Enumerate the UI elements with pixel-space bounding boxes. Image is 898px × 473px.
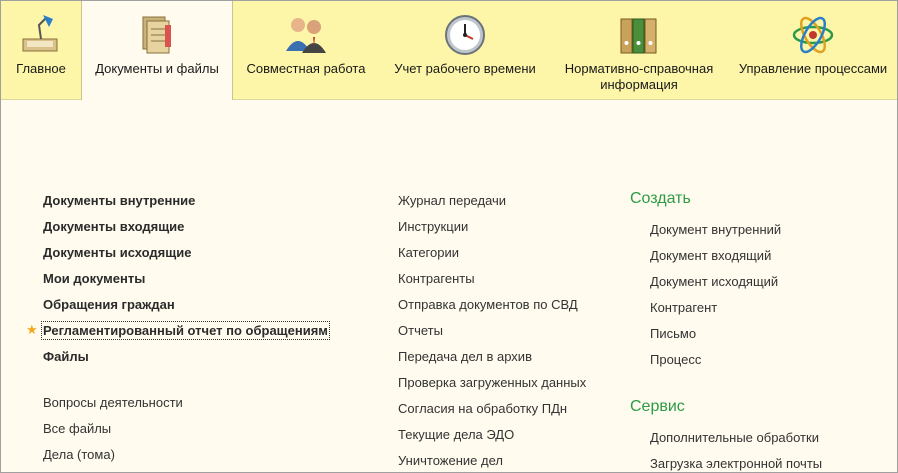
process-icon: [792, 16, 834, 54]
section-time-tracking-label: Учет рабочего времени: [394, 61, 536, 76]
binders-icon: [620, 18, 657, 54]
people-icon: [286, 18, 326, 53]
link-load-email[interactable]: Загрузка электронной почты: [650, 456, 822, 471]
link-create-incoming-document[interactable]: Документ входящий: [650, 248, 771, 263]
section-collaboration[interactable]: Совместная работа: [231, 1, 381, 99]
link-check-loaded-data[interactable]: Проверка загруженных данных: [398, 375, 586, 390]
link-internal-documents[interactable]: Документы внутренние: [43, 193, 195, 208]
service-group-title: Сервис: [630, 398, 685, 415]
link-create-process[interactable]: Процесс: [650, 352, 701, 367]
section-processes-label: Управление процессами: [738, 61, 888, 76]
section-reference-info[interactable]: Нормативно-справочная информация: [549, 1, 729, 99]
section-processes[interactable]: Управление процессами: [729, 1, 897, 99]
link-my-documents[interactable]: Мои документы: [43, 271, 145, 286]
link-instructions[interactable]: Инструкции: [398, 219, 468, 234]
link-current-edo-cases[interactable]: Текущие дела ЭДО: [398, 427, 514, 442]
link-create-internal-document[interactable]: Документ внутренний: [650, 222, 781, 237]
link-categories[interactable]: Категории: [398, 245, 459, 260]
link-citizen-appeals[interactable]: Обращения граждан: [43, 297, 175, 312]
link-send-svd[interactable]: Отправка документов по СВД: [398, 297, 578, 312]
section-main[interactable]: Главное: [1, 1, 81, 99]
link-counterparties[interactable]: Контрагенты: [398, 271, 475, 286]
section-reference-info-label: Нормативно-справочная информация: [564, 61, 714, 92]
section-time-tracking[interactable]: Учет рабочего времени: [381, 1, 549, 99]
link-outgoing-documents[interactable]: Документы исходящие: [43, 245, 191, 260]
link-create-outgoing-document[interactable]: Документ исходящий: [650, 274, 778, 289]
app-window: Главное Документы и файлы Совместная раб…: [0, 0, 898, 473]
section-documents-label: Документы и файлы: [95, 61, 219, 76]
link-destroy-cases[interactable]: Уничтожение дел: [398, 453, 503, 468]
link-incoming-documents[interactable]: Документы входящие: [43, 219, 184, 234]
favorite-star-icon[interactable]: ★: [26, 322, 38, 338]
clock-icon: [445, 15, 485, 55]
section-documents[interactable]: Документы и файлы: [81, 1, 233, 100]
link-create-counterparty[interactable]: Контрагент: [650, 300, 717, 315]
section-collaboration-label: Совместная работа: [246, 61, 366, 76]
create-group-title: Создать: [630, 190, 691, 207]
link-archive-transfer[interactable]: Передача дел в архив: [398, 349, 532, 364]
lamp-icon: [22, 15, 58, 52]
documents-icon: [142, 16, 171, 54]
link-regulated-appeals-report[interactable]: Регламентированный отчет по обращениям: [41, 321, 330, 340]
link-transfer-log[interactable]: Журнал передачи: [398, 193, 506, 208]
link-additional-processing[interactable]: Дополнительные обработки: [650, 430, 819, 445]
link-reports[interactable]: Отчеты: [398, 323, 443, 338]
link-create-letter[interactable]: Письмо: [650, 326, 696, 341]
section-main-label: Главное: [16, 61, 66, 76]
sections-panel: Главное Документы и файлы Совместная раб…: [1, 1, 897, 100]
link-all-files[interactable]: Все файлы: [43, 421, 111, 436]
link-cases-volumes[interactable]: Дела (тома): [43, 447, 115, 462]
link-pd-consents[interactable]: Согласия на обработку ПДн: [398, 401, 567, 416]
link-activity-questions[interactable]: Вопросы деятельности: [43, 395, 183, 410]
link-files[interactable]: Файлы: [43, 349, 89, 364]
